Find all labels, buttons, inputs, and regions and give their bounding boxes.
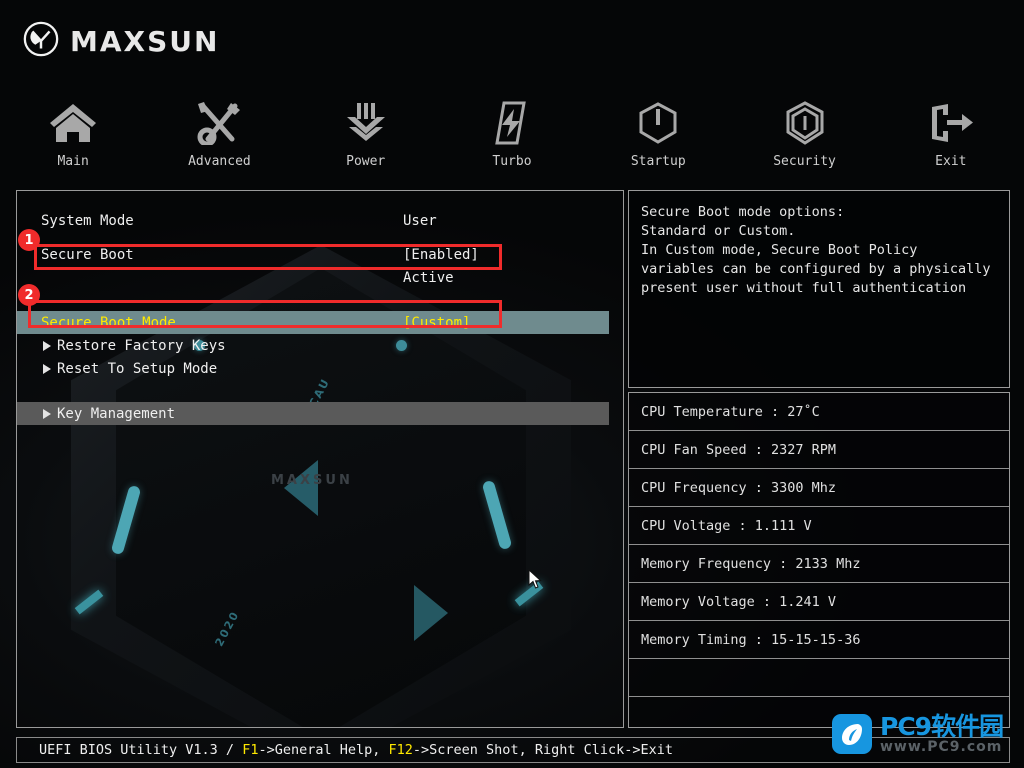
help-panel: Secure Boot mode options: Standard or Cu… (628, 190, 1010, 388)
row-label: Secure Boot (41, 246, 134, 263)
hw-row-memory-frequency: Memory Frequency : 2133 Mhz (629, 545, 1009, 583)
row-label: Reset To Setup Mode (57, 360, 218, 377)
power-button-icon (633, 100, 683, 146)
home-icon (48, 100, 98, 146)
hardware-monitor-panel: CPU Temperature : 27˚C CPU Fan Speed : 2… (628, 392, 1010, 728)
row-label: System Mode (41, 212, 134, 229)
row-label: Secure Boot Mode (41, 314, 176, 331)
row-secure-boot-state: Active (17, 266, 623, 289)
tab-turbo-label: Turbo (492, 154, 532, 169)
row-value: Active (403, 269, 454, 286)
hw-row-cpu-frequency: CPU Frequency : 3300 Mhz (629, 469, 1009, 507)
setup-options-list: System Mode User Secure Boot [Enabled] A… (17, 191, 623, 727)
row-system-mode[interactable]: System Mode User (17, 209, 623, 232)
shield-hexagon-icon (780, 100, 830, 146)
row-label: Restore Factory Keys (57, 337, 226, 354)
tab-exit[interactable]: Exit (878, 96, 1024, 184)
row-secure-boot[interactable]: Secure Boot [Enabled] (17, 243, 623, 266)
tab-turbo[interactable]: Turbo (439, 96, 585, 184)
tab-exit-label: Exit (935, 154, 967, 169)
tab-startup-label: Startup (630, 154, 686, 169)
tab-advanced[interactable]: Advanced (146, 96, 292, 184)
help-line: Secure Boot mode options: (641, 204, 845, 220)
watermark: PC9软件园 www.PC9.com (832, 712, 1004, 755)
help-line: In Custom mode, Secure Boot Policy (641, 242, 918, 258)
row-restore-factory-keys[interactable]: Restore Factory Keys (17, 334, 623, 357)
main-navigation: Main Advanced Power Turbo Startup Securi… (0, 96, 1024, 184)
hw-row-memory-timing: Memory Timing : 15-15-15-36 (629, 621, 1009, 659)
row-value: [Custom] (403, 314, 471, 331)
watermark-title: PC9软件园 (880, 712, 1004, 741)
row-secure-boot-mode[interactable]: Secure Boot Mode [Custom] (17, 311, 609, 334)
setup-options-panel: System Mode User Secure Boot [Enabled] A… (16, 190, 624, 728)
row-reset-to-setup-mode[interactable]: Reset To Setup Mode (17, 357, 623, 380)
row-key-management[interactable]: Key Management (17, 402, 609, 425)
hw-row-cpu-temperature: CPU Temperature : 27˚C (629, 393, 1009, 431)
status-mid-1: ->General Help, (258, 742, 389, 758)
row-label: Key Management (57, 405, 176, 422)
row-value: User (403, 212, 437, 229)
tools-icon (194, 100, 244, 146)
hw-row-empty (629, 659, 1009, 697)
help-line: present user without full authentication (641, 280, 967, 296)
tab-power-label: Power (346, 154, 386, 169)
tab-advanced-label: Advanced (188, 154, 251, 169)
watermark-url: www.PC9.com (880, 739, 1003, 755)
brand-logo: MAXSUN (22, 20, 219, 62)
tab-security-label: Security (773, 154, 836, 169)
brand-name: MAXSUN (70, 24, 220, 58)
annotation-badge-1: 1 (18, 229, 40, 251)
status-prefix: UEFI BIOS Utility V1.3 / (39, 742, 243, 758)
watermark-texts: PC9软件园 www.PC9.com (880, 712, 1004, 755)
hw-row-cpu-voltage: CPU Voltage : 1.111 V (629, 507, 1009, 545)
mouse-cursor (528, 568, 542, 593)
tab-security[interactable]: Security (731, 96, 877, 184)
pc9-leaf-icon (832, 714, 872, 754)
tab-main[interactable]: Main (0, 96, 146, 184)
maxsun-logo-icon (22, 20, 60, 62)
hw-row-cpu-fan-speed: CPU Fan Speed : 2327 RPM (629, 431, 1009, 469)
exit-door-icon (926, 100, 976, 146)
tab-main-label: Main (57, 154, 89, 169)
status-key-f1: F1 (242, 742, 259, 758)
help-line: Standard or Custom. (641, 223, 796, 239)
annotation-badge-2: 2 (18, 284, 40, 306)
lightning-bolt-icon (487, 100, 537, 146)
tab-startup[interactable]: Startup (585, 96, 731, 184)
status-key-f12: F12 (388, 742, 413, 758)
help-line: variables can be configured by a physica… (641, 261, 991, 277)
hw-row-memory-voltage: Memory Voltage : 1.241 V (629, 583, 1009, 621)
tab-power[interactable]: Power (293, 96, 439, 184)
status-mid-2: ->Screen Shot, Right Click->Exit (412, 742, 673, 758)
power-download-icon (341, 100, 391, 146)
bios-screen: CAU 2020 MAXSUN MAXSUN Main Advanced Pow… (0, 0, 1024, 768)
row-value: [Enabled] (403, 246, 479, 263)
